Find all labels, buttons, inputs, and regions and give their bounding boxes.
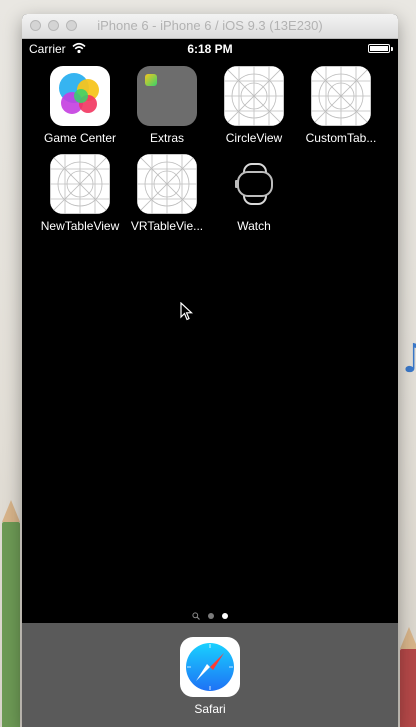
mouse-cursor-icon: [180, 302, 194, 321]
compass-icon: [180, 637, 240, 697]
app-vrtableview[interactable]: VRTableVie...: [124, 154, 210, 233]
app-safari[interactable]: Safari: [167, 637, 253, 716]
window-title: iPhone 6 - iPhone 6 / iOS 9.3 (13E230): [97, 18, 323, 33]
app-extras-folder[interactable]: Extras: [124, 66, 210, 145]
iphone-screen: Carrier 6:18 PM Game Center Extras Circl…: [22, 39, 398, 727]
window-titlebar: iPhone 6 - iPhone 6 / iOS 9.3 (13E230): [22, 14, 398, 39]
music-note-decoration: ♫: [398, 338, 416, 380]
app-circleview[interactable]: CircleView: [211, 66, 297, 145]
folder-icon: [137, 66, 197, 126]
page-control[interactable]: [22, 612, 398, 622]
app-label: Safari: [194, 702, 226, 716]
app-label: CircleView: [225, 131, 283, 145]
status-bar: Carrier 6:18 PM: [22, 39, 398, 59]
placeholder-app-icon: [311, 66, 371, 126]
battery-icon: [368, 44, 393, 53]
clock: 6:18 PM: [187, 42, 233, 56]
app-customtab[interactable]: CustomTab...: [298, 66, 384, 145]
spotlight-search-icon[interactable]: [192, 612, 200, 620]
placeholder-app-icon: [137, 154, 197, 214]
app-label: Watch: [237, 219, 271, 233]
watch-icon: [224, 154, 284, 214]
app-label: Game Center: [43, 131, 117, 145]
app-game-center[interactable]: Game Center: [37, 66, 123, 145]
app-label: Extras: [149, 131, 184, 145]
simulator-window: iPhone 6 - iPhone 6 / iOS 9.3 (13E230) C…: [22, 14, 398, 727]
page-dot[interactable]: [208, 613, 214, 619]
app-label: VRTableVie...: [130, 219, 204, 233]
pencil-decoration: [2, 500, 20, 727]
pencil-decoration: [400, 627, 416, 727]
dock: Safari: [22, 623, 398, 727]
placeholder-app-icon: [50, 154, 110, 214]
app-label: CustomTab...: [305, 131, 377, 145]
page-dot-current[interactable]: [222, 613, 228, 619]
app-label: NewTableView: [40, 219, 120, 233]
placeholder-app-icon: [224, 66, 284, 126]
game-center-icon: [50, 66, 110, 126]
app-newtableview[interactable]: NewTableView: [37, 154, 123, 233]
app-watch[interactable]: Watch: [211, 154, 297, 233]
